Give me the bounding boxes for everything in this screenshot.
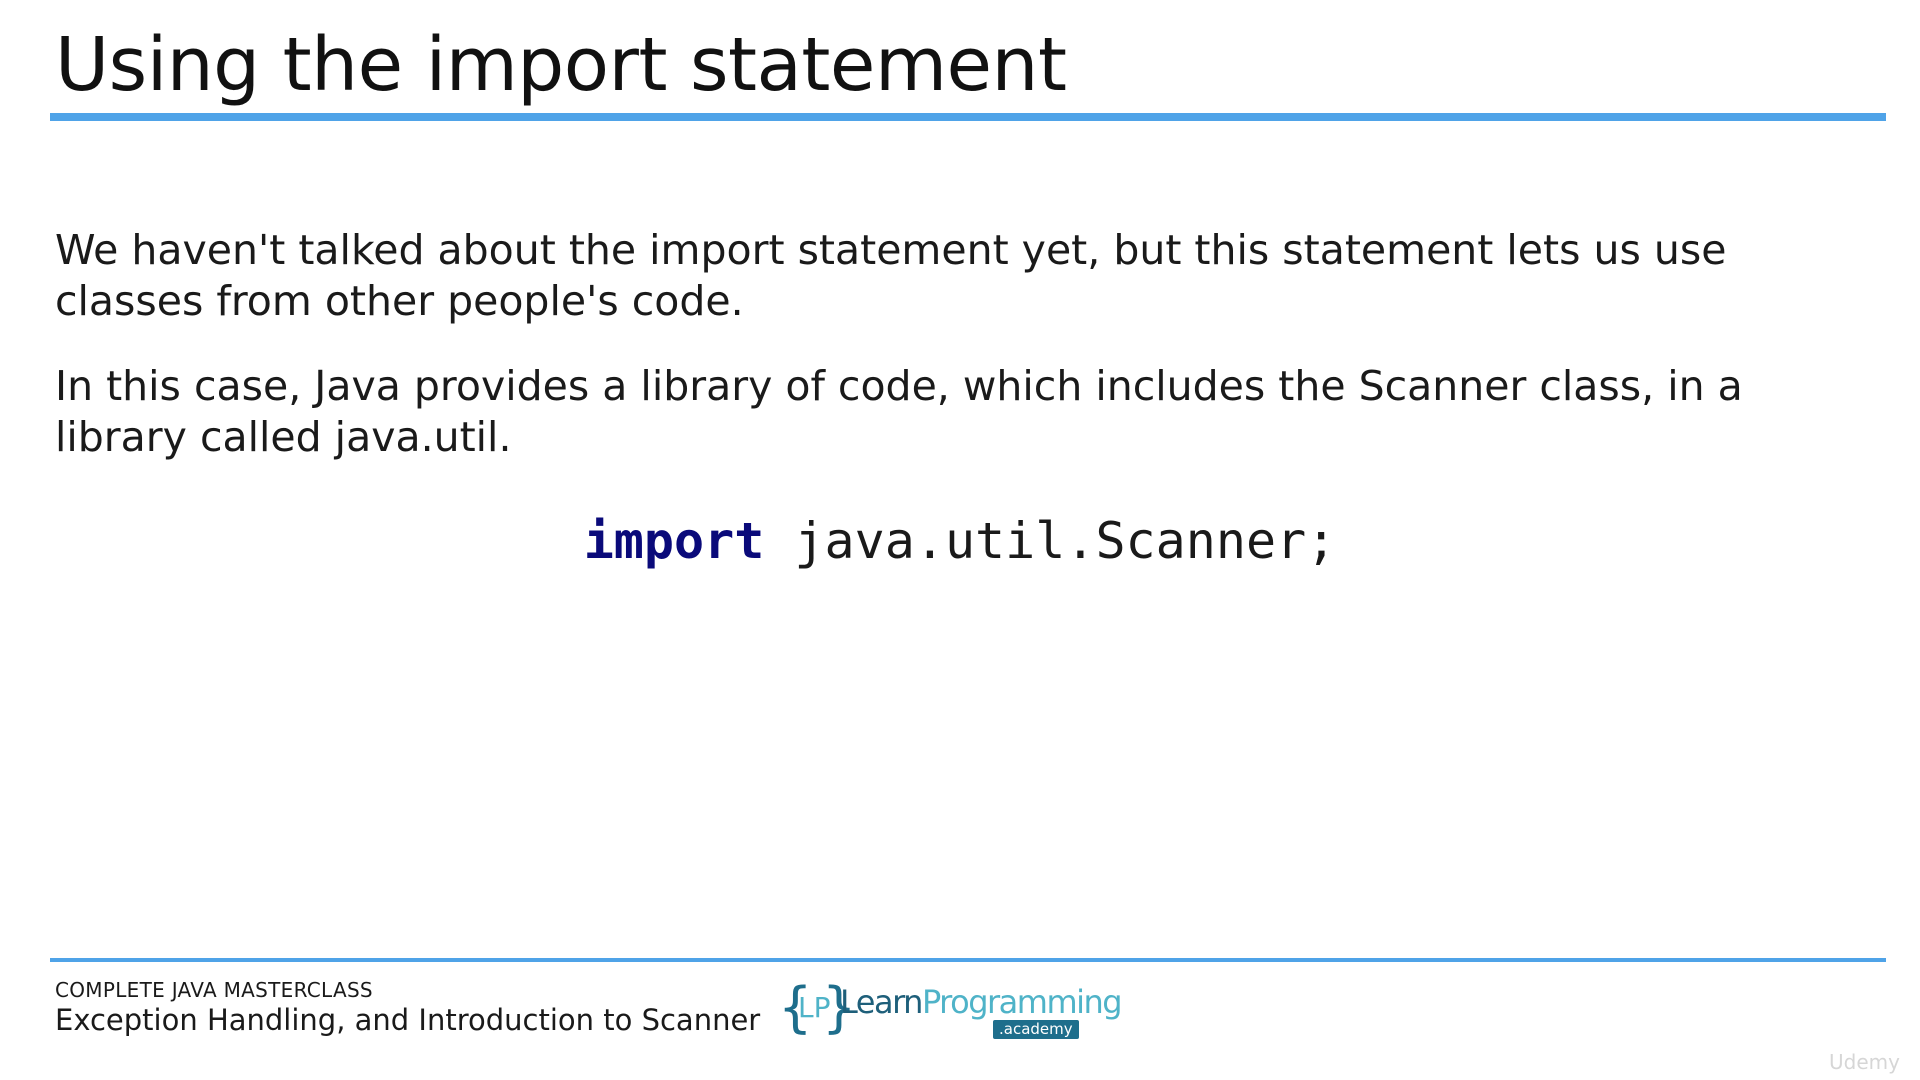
slide-body: We haven't talked about the import state… bbox=[55, 225, 1835, 497]
logo-wordmark: LearnProgramming bbox=[840, 982, 1123, 1022]
section-name: Exception Handling, and Introduction to … bbox=[55, 1003, 761, 1037]
learnprogramming-logo: { LP } LearnProgramming .academy bbox=[778, 978, 1123, 1042]
title-divider bbox=[50, 113, 1886, 121]
slide: Using the import statement We haven't ta… bbox=[0, 0, 1920, 1080]
logo-academy-badge: .academy bbox=[993, 1020, 1079, 1039]
logo-learn: Learn bbox=[840, 983, 923, 1021]
code-keyword: import bbox=[583, 512, 765, 570]
footer-divider bbox=[50, 958, 1886, 962]
code-snippet: import java.util.Scanner; bbox=[0, 512, 1920, 570]
course-name: COMPLETE JAVA MASTERCLASS bbox=[55, 978, 373, 1002]
code-rest: java.util.Scanner; bbox=[764, 512, 1337, 570]
paragraph-import-intro: We haven't talked about the import state… bbox=[55, 226, 1727, 325]
paragraph-java-util: In this case, Java provides a library of… bbox=[55, 362, 1743, 461]
logo-programming: Programming bbox=[921, 983, 1123, 1021]
udemy-watermark: Udemy bbox=[1829, 1050, 1900, 1074]
slide-title: Using the import statement bbox=[55, 22, 1067, 108]
